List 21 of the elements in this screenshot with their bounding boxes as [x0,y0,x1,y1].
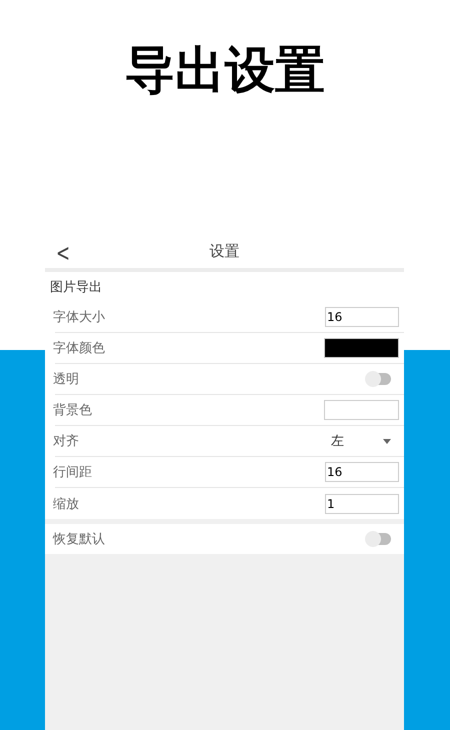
setting-label: 恢复默认 [53,531,106,548]
toggle-switch[interactable] [367,533,391,545]
setting-label: 背景色 [53,402,93,419]
number-field[interactable]: 1 [325,494,399,514]
setting-label: 字体大小 [53,309,106,326]
setting-label: 透明 [53,371,80,388]
section-title: 图片导出 [45,272,404,302]
number-field[interactable]: 16 [325,462,399,482]
number-field[interactable]: 16 [325,307,399,327]
page-title: 导出设置 [125,41,325,100]
color-swatch[interactable] [324,400,399,420]
back-button[interactable]: < [54,239,72,267]
toggle-switch[interactable] [367,373,391,385]
setting-label: 对齐 [53,433,80,450]
color-swatch[interactable] [324,338,399,358]
setting-label: 行间距 [53,464,93,481]
dropdown[interactable]: 左 [324,432,399,450]
caret-icon [383,438,391,444]
screen-title: 设置 [210,242,240,261]
setting-label: 缩放 [53,496,80,512]
setting-label: 字体颜色 [53,340,106,357]
